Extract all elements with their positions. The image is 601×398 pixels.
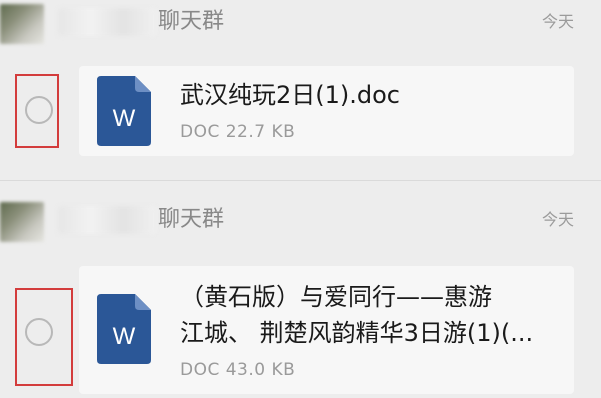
select-radio-button[interactable]: [25, 96, 53, 124]
select-radio-button[interactable]: [25, 318, 53, 346]
file-type-size: DOC 22.7 KB: [180, 122, 296, 142]
svg-text:W: W: [113, 105, 136, 132]
avatar[interactable]: [0, 4, 44, 44]
blurred-sender-name: [58, 8, 156, 36]
blurred-sender-name: [58, 206, 156, 234]
group-name: 聊天群: [158, 9, 225, 34]
file-card[interactable]: W 武汉纯玩2日(1).doc DOC 22.7 KB: [79, 66, 574, 156]
file-name-line-2: 江城、 荆楚风韵精华3日游(1)(...: [180, 319, 534, 347]
group-name: 聊天群: [158, 207, 225, 232]
message-item: 聊天群 今天 W （黄石版）与爱同行——惠游 江城、 荆楚风韵精华3日游(1)(…: [0, 198, 601, 398]
svg-text:W: W: [113, 323, 136, 350]
file-card[interactable]: W （黄石版）与爱同行——惠游 江城、 荆楚风韵精华3日游(1)(... DOC…: [79, 266, 574, 394]
word-doc-icon: W: [97, 294, 151, 364]
divider: [0, 180, 601, 181]
word-doc-icon: W: [97, 76, 151, 146]
message-item: 聊天群 今天 W 武汉纯玩2日(1).doc DOC 22.7 KB: [0, 0, 601, 178]
file-name: 武汉纯玩2日(1).doc: [180, 81, 401, 109]
file-name-line-1: （黄石版）与爱同行——惠游: [180, 283, 492, 311]
avatar[interactable]: [0, 202, 44, 242]
file-type-size: DOC 43.0 KB: [180, 360, 296, 380]
message-time: 今天: [541, 12, 574, 31]
message-time: 今天: [541, 210, 574, 229]
